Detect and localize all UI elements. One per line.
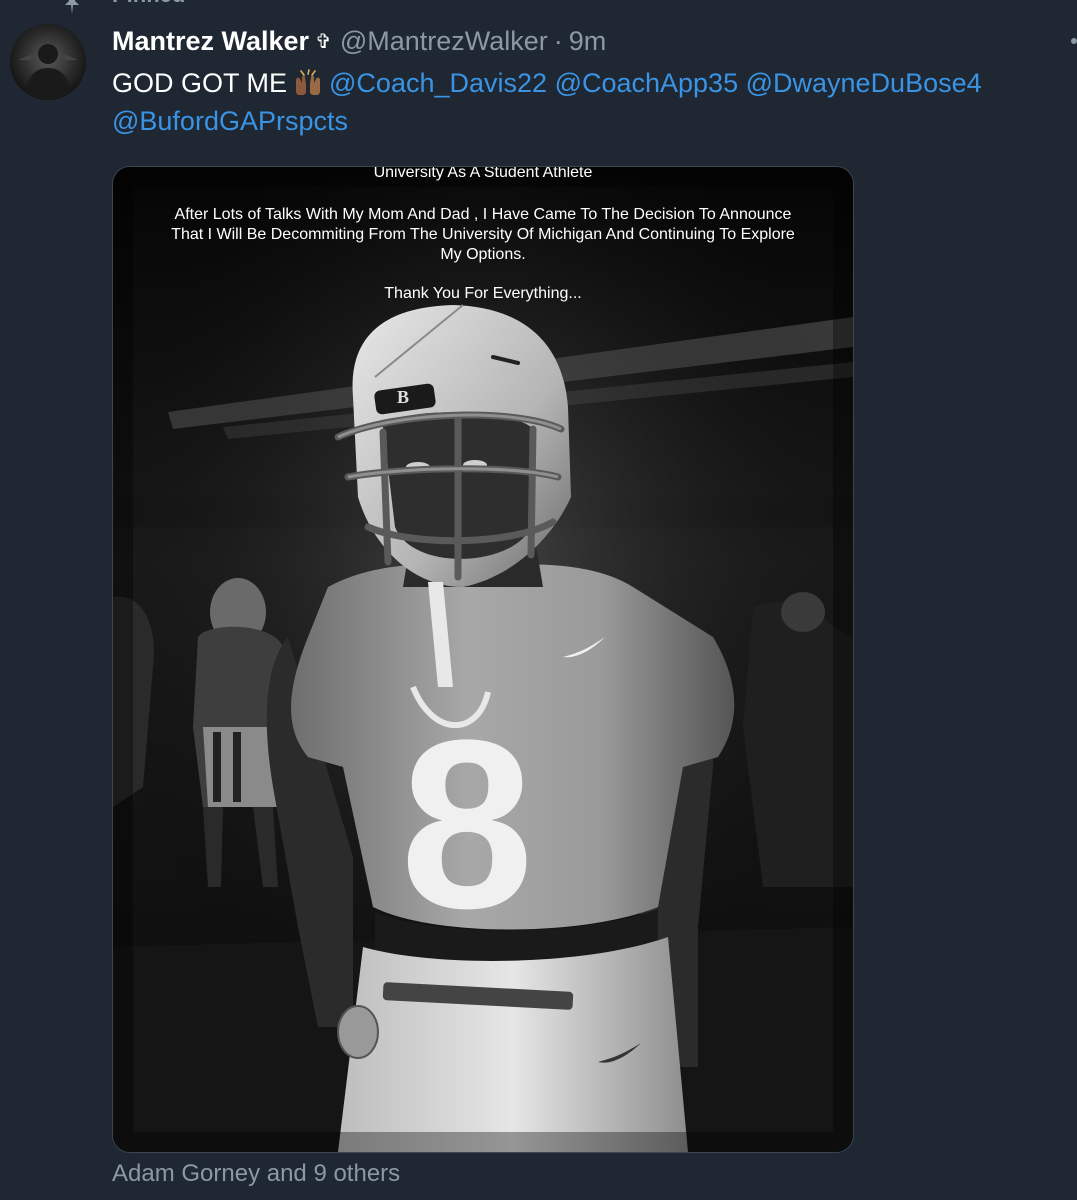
avatar[interactable] xyxy=(10,24,86,100)
jersey-number: 8 xyxy=(400,690,533,958)
tweet-text-prefix: GOD GOT ME xyxy=(112,68,288,98)
media-caption-line-3: That I Will Be Decommiting From The Univ… xyxy=(171,226,795,243)
timestamp[interactable]: 9m xyxy=(569,24,607,58)
raising-hands-emoji xyxy=(296,69,321,95)
cross-glyph: ✞ xyxy=(315,29,332,53)
media-caption-line-1: University As A Student Athlete xyxy=(373,166,593,181)
mention-coach-davis[interactable]: @Coach_Davis22 xyxy=(329,68,547,98)
pinned-label: Pinned xyxy=(112,0,185,8)
tweet-media[interactable]: 8 B University As A Student Athlete Afte… xyxy=(112,166,854,1153)
separator-dot: · xyxy=(553,26,563,56)
more-options-icon[interactable] xyxy=(1071,38,1077,44)
avatar-photo xyxy=(10,24,86,100)
pin-icon xyxy=(65,0,79,14)
media-caption-line-5: Thank You For Everything... xyxy=(384,285,582,302)
mention-dwayne-dubose[interactable]: @DwayneDuBose4 xyxy=(746,68,982,98)
athlete-photo: 8 B xyxy=(113,167,853,1152)
media-caption-line-4: My Options. xyxy=(440,246,526,263)
media-caption-line-2: After Lots of Talks With My Mom And Dad … xyxy=(174,206,792,223)
tweet-text: GOD GOT ME @Coach_Davis22 @CoachApp35 @D… xyxy=(112,64,1062,140)
mention-coach-app[interactable]: @CoachApp35 xyxy=(555,68,739,98)
tweet-page: Pinned Mantrez Walker ✞ @MantrezWalker ·… xyxy=(0,0,1077,1200)
tweet-header: Mantrez Walker ✞ @MantrezWalker · 9m xyxy=(112,24,606,58)
helmet-letter: B xyxy=(397,387,409,407)
display-name[interactable]: Mantrez Walker xyxy=(112,24,309,58)
mention-buford-prospects[interactable]: @BufordGAPrspcts xyxy=(112,106,348,136)
likes-summary[interactable]: Adam Gorney and 9 others xyxy=(112,1160,400,1188)
svg-text:8: 8 xyxy=(400,690,533,958)
handle[interactable]: @MantrezWalker xyxy=(340,24,548,58)
